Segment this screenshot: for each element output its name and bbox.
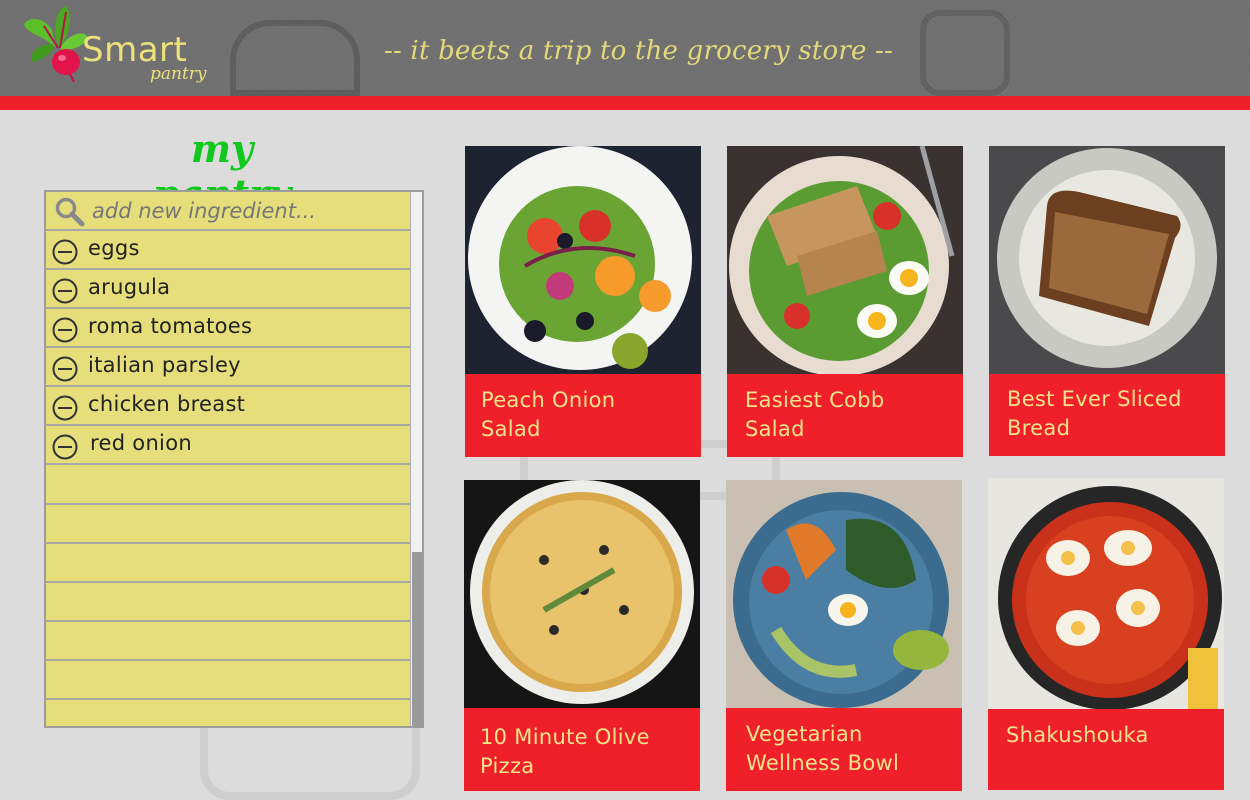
recipe-title: Easiest Cobb Salad (745, 386, 953, 444)
empty-row (46, 622, 410, 661)
recipe-title-line: Salad (481, 417, 541, 441)
recipe-title-line: Pizza (480, 754, 535, 778)
tagline: -- it beets a trip to the grocery store … (384, 36, 893, 66)
search-row (46, 192, 410, 231)
recipe-card[interactable]: Shakushouka (988, 478, 1224, 790)
empty-row (46, 505, 410, 544)
pantry-item: eggs (46, 231, 410, 270)
header-bar: Smart pantry -- it beets a trip to the g… (0, 0, 1250, 96)
bread-plate-photo (989, 146, 1225, 374)
logo-subtitle: pantry (150, 64, 207, 84)
pantry-item-label: red onion (90, 431, 192, 455)
empty-row (46, 700, 410, 726)
empty-row (46, 466, 410, 505)
recipe-title-line: Shakushouka (1006, 723, 1149, 747)
add-ingredient-input[interactable] (92, 194, 402, 228)
header-accent-band (0, 96, 1250, 110)
recipe-card[interactable]: Easiest Cobb Salad (727, 146, 963, 457)
recipe-title-line: Easiest Cobb (745, 388, 885, 412)
remove-item-icon[interactable] (52, 317, 78, 343)
pantry-item: chicken breast (46, 387, 410, 426)
pantry-list: eggs arugula roma tomatoes italian parsl… (44, 190, 424, 728)
pantry-item: red onion (46, 426, 410, 465)
search-icon[interactable] (54, 196, 86, 228)
salad-plate-photo (465, 146, 701, 374)
recipe-title: Best Ever Sliced Bread (1007, 385, 1215, 443)
recipe-card[interactable]: 10 Minute Olive Pizza (464, 480, 700, 791)
pantry-item-label: eggs (88, 236, 140, 260)
empty-row (46, 544, 410, 583)
pantry-item: roma tomatoes (46, 309, 410, 348)
header-background-decor-2 (920, 10, 1010, 96)
pantry-item: arugula (46, 270, 410, 309)
remove-item-icon[interactable] (52, 395, 78, 421)
pantry-item: italian parsley (46, 348, 410, 387)
app-logo[interactable]: Smart pantry (22, 4, 222, 92)
recipe-title: Vegetarian Wellness Bowl (746, 720, 952, 778)
recipe-card[interactable]: Peach Onion Salad (465, 146, 701, 457)
remove-item-icon[interactable] (52, 239, 78, 265)
pizza-photo (464, 480, 700, 708)
recipe-title-line: Peach Onion (481, 388, 616, 412)
recipe-title-line: Salad (745, 417, 805, 441)
recipe-title-line: Vegetarian (746, 722, 863, 746)
recipe-title-line: Bread (1007, 416, 1071, 440)
pantry-item-label: arugula (88, 275, 171, 299)
pantry-item-label: italian parsley (88, 353, 241, 377)
chicken-salad-photo (727, 146, 963, 374)
remove-item-icon[interactable] (52, 356, 78, 382)
recipe-title: 10 Minute Olive Pizza (480, 723, 690, 781)
recipe-title-line: Wellness Bowl (746, 751, 900, 775)
pantry-item-label: roma tomatoes (88, 314, 253, 338)
pantry-scrollbar[interactable] (410, 192, 422, 726)
pantry-item-label: chicken breast (88, 392, 246, 416)
empty-row (46, 661, 410, 700)
remove-item-icon[interactable] (52, 434, 78, 460)
recipe-title-line: 10 Minute Olive (480, 725, 650, 749)
recipe-title-line: Best Ever Sliced (1007, 387, 1182, 411)
shakshuka-pan-photo (988, 478, 1224, 709)
header-background-decor (230, 20, 360, 96)
recipe-title: Peach Onion Salad (481, 386, 691, 444)
recipe-card[interactable]: Vegetarian Wellness Bowl (726, 480, 962, 791)
veggie-bowl-photo (726, 480, 962, 708)
recipe-title: Shakushouka (1006, 721, 1214, 750)
remove-item-icon[interactable] (52, 278, 78, 304)
empty-row (46, 583, 410, 622)
pantry-scroll-thumb[interactable] (412, 552, 422, 726)
recipe-card[interactable]: Best Ever Sliced Bread (989, 146, 1225, 456)
